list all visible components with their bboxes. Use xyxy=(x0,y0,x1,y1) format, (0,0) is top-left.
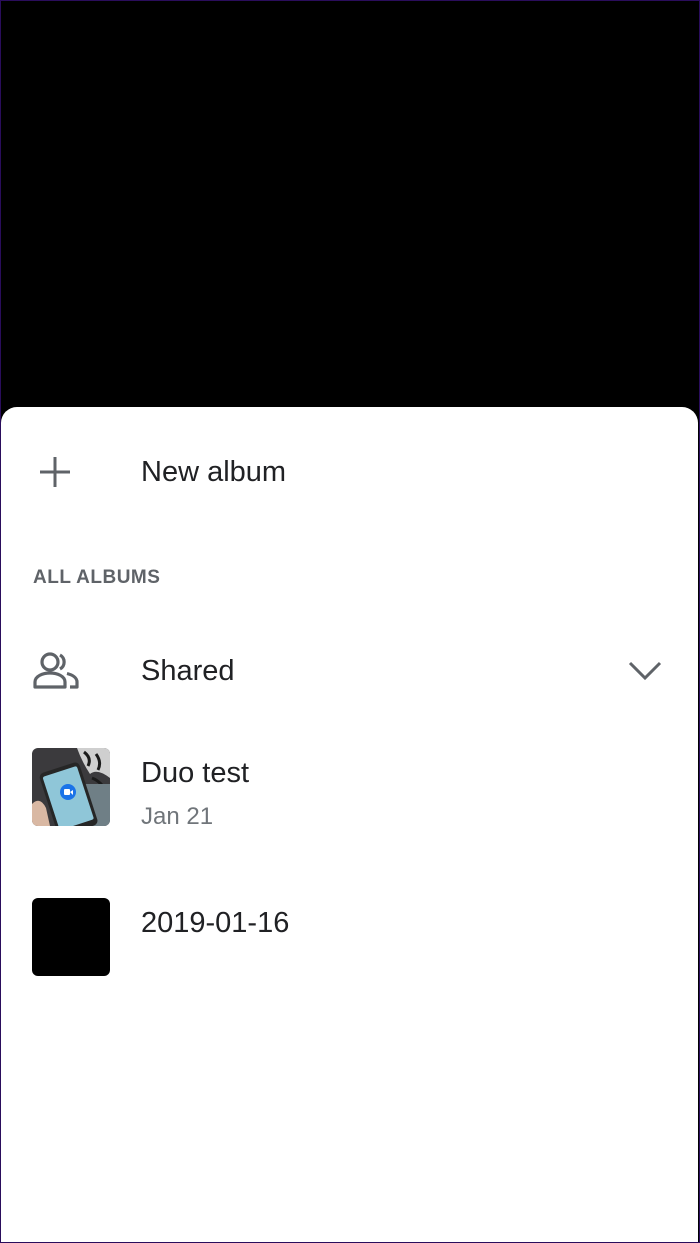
new-album-label: New album xyxy=(141,456,287,488)
shared-albums-row[interactable]: Shared xyxy=(1,631,698,711)
album-item[interactable]: 2019-01-16 xyxy=(1,895,698,995)
add-to-album-sheet: New album ALL ALBUMS Shared Duo test Jan… xyxy=(1,407,698,1242)
plus-icon xyxy=(40,457,70,487)
people-icon xyxy=(33,652,79,689)
album-item[interactable]: Duo test Jan 21 xyxy=(1,745,698,845)
album-title: Duo test xyxy=(141,757,249,789)
album-thumbnail xyxy=(32,898,110,976)
album-date: Jan 21 xyxy=(141,803,214,830)
chevron-down-icon[interactable] xyxy=(627,657,663,685)
media-backdrop xyxy=(0,0,700,420)
new-album-button[interactable]: New album xyxy=(1,431,698,509)
all-albums-header: ALL ALBUMS xyxy=(33,567,161,588)
album-title: 2019-01-16 xyxy=(141,907,290,939)
album-thumbnail xyxy=(32,748,110,826)
shared-label: Shared xyxy=(141,655,235,687)
